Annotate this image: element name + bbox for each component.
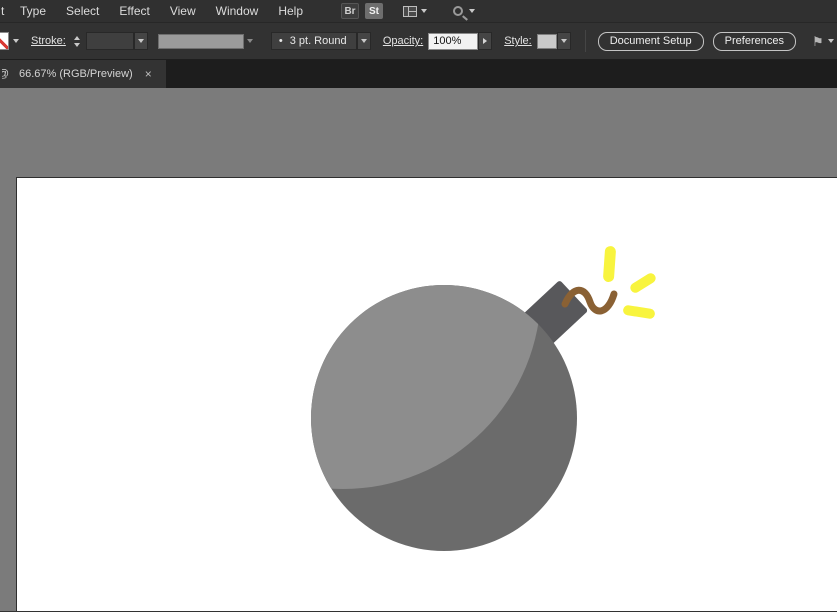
stroke-weight-field[interactable] [85,32,134,50]
stroke-weight-dropdown[interactable] [133,32,148,50]
opacity-slider-button[interactable] [478,32,493,50]
menu-item-select[interactable]: Select [56,0,109,22]
brush-field[interactable]: • 3 pt. Round [270,32,357,50]
tab-at-prefix: @ [2,68,9,80]
menu-item-view[interactable]: View [160,0,206,22]
close-icon[interactable]: × [143,67,154,81]
chevron-down-icon [560,39,567,43]
preferences-button[interactable]: Preferences [712,31,796,51]
menu-item-type[interactable]: Type [10,0,56,22]
menu-item-effect[interactable]: Effect [109,0,159,22]
menu-bar: t Type Select Effect View Window Help Br… [0,0,837,22]
artboard[interactable] [16,177,837,611]
stock-icon[interactable]: St [365,3,384,19]
chevron-down-icon[interactable] [421,9,428,13]
workspace-switcher-icon[interactable] [403,5,418,17]
flag-icon[interactable]: ⚑ [812,35,824,48]
pasteboard[interactable] [0,88,837,611]
style-swatch[interactable] [536,33,557,49]
menu-item-partial[interactable]: t [0,4,10,18]
chevron-right-icon [483,38,488,44]
illustrator-window: { "menubar": { "partial_item": "t", "ite… [0,0,837,611]
chevron-down-icon [360,39,367,43]
chevron-down-icon[interactable] [827,39,834,43]
document-tab[interactable]: @ 66.67% (RGB/Preview) × [0,60,166,88]
menu-item-window[interactable]: Window [206,0,269,22]
bomb-illustration [311,246,657,551]
style-dropdown[interactable] [556,32,571,50]
chevron-down-icon[interactable] [13,39,19,43]
stepper-down-icon[interactable] [73,42,80,47]
tab-label: 66.67% (RGB/Preview) [19,68,133,80]
opacity-label[interactable]: Opacity: [383,35,423,47]
spark-diagonal[interactable] [628,271,657,294]
document-setup-button[interactable]: Document Setup [597,31,704,51]
chevron-down-icon [137,39,144,43]
search-icon[interactable] [453,6,464,16]
opacity-input[interactable] [428,32,479,50]
width-profile-dropdown[interactable] [157,33,244,49]
menu-item-help[interactable]: Help [268,0,313,22]
fill-swatch[interactable] [0,32,9,50]
brush-dropdown[interactable] [356,32,371,50]
chevron-down-icon[interactable] [469,9,476,13]
spark-horizontal[interactable] [622,305,655,320]
document-tab-bar: @ 66.67% (RGB/Preview) × [0,60,837,88]
bridge-icon[interactable]: Br [341,3,360,19]
brush-dot-icon: • [278,35,283,47]
stroke-weight-stepper[interactable] [72,34,82,49]
brush-value: 3 pt. Round [289,35,347,47]
chevron-down-icon [246,39,253,43]
separator [584,30,586,52]
stroke-label[interactable]: Stroke: [31,35,66,47]
control-bar: Stroke: • 3 pt. Round Opacity: Style: Do… [0,22,837,60]
spark-vertical[interactable] [603,246,616,283]
style-label[interactable]: Style: [504,35,532,47]
stepper-up-icon[interactable] [73,35,80,40]
